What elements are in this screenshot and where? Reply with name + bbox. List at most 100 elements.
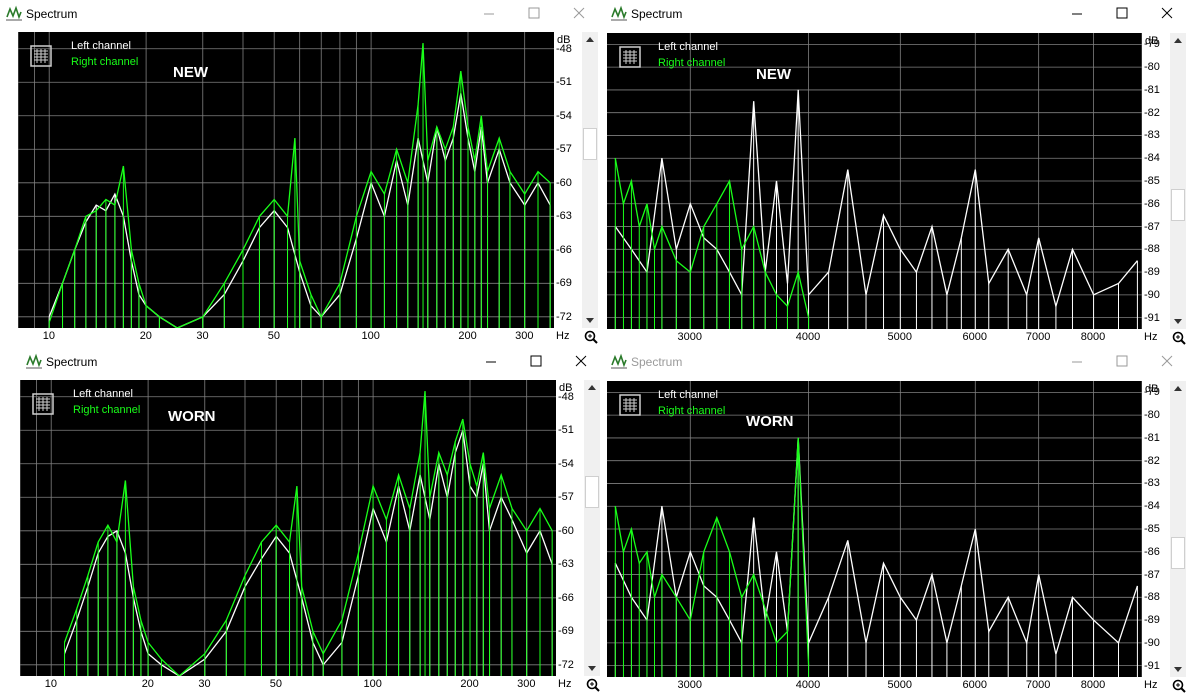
y-tick-label: -85 (1144, 523, 1160, 535)
scroll-down-arrow-icon[interactable] (1170, 313, 1186, 329)
spectrum-mode-icon[interactable] (619, 46, 641, 68)
maximize-icon[interactable] (521, 350, 551, 372)
x-tick-label: 100 (361, 330, 380, 342)
y-axis: dB -79 -80 -81 -82 -83 -84 -85 -86 -87 -88 -89 -90-… (1142, 33, 1168, 329)
zoom-icon[interactable] (1172, 679, 1186, 693)
y-tick-label: -51 (556, 76, 572, 89)
vertical-scrollbar[interactable] (584, 380, 600, 676)
scrollbar-thumb[interactable] (585, 476, 599, 508)
spectrum-plot[interactable]: Left channel Right channel NEW (18, 32, 554, 328)
spectrum-mode-icon[interactable] (32, 393, 54, 415)
scroll-up-arrow-icon[interactable] (582, 32, 598, 48)
scrollbar-thumb[interactable] (1171, 537, 1185, 569)
title-bar[interactable]: Spectrum (0, 348, 602, 376)
x-tick-label: 8000 (1080, 331, 1106, 343)
spectrum-window-new-low[interactable]: Spectrum Left channel Right channel NEW … (0, 0, 602, 347)
close-icon[interactable] (564, 2, 594, 24)
y-tick-label: -82 (1144, 106, 1160, 119)
title-bar[interactable]: Spectrum (605, 348, 1190, 376)
spectrum-plot[interactable]: Left channel Right channel NEW (607, 33, 1142, 329)
y-axis: dB -79 -80 -81 -82 -83 -84 -85 -86 -87 -88 -89 -90-… (1142, 381, 1168, 677)
y-tick-label: -69 (556, 277, 572, 290)
scroll-down-arrow-icon[interactable] (584, 660, 600, 676)
y-tick-label: -83 (1144, 129, 1160, 142)
y-tick-label: -80 (1144, 409, 1160, 422)
vertical-scrollbar[interactable] (1170, 33, 1186, 329)
spectrum-window-new-high[interactable]: Spectrum Left channel Right channel NEW … (605, 0, 1190, 347)
y-tick-label: -86 (1144, 197, 1160, 210)
spectrum-app-icon (611, 353, 627, 369)
x-axis: Hz 3000 4000 5000 6000 7000 8000 (607, 677, 1168, 693)
minimize-icon[interactable] (1062, 350, 1092, 372)
scroll-up-arrow-icon[interactable] (1170, 381, 1186, 397)
x-tick-label: 6000 (962, 331, 987, 343)
scroll-up-arrow-icon[interactable] (1170, 33, 1186, 49)
y-tick-label: -66 (558, 591, 574, 604)
scrollbar-thumb[interactable] (1171, 189, 1185, 221)
x-tick-label: 5000 (887, 679, 912, 691)
close-icon[interactable] (566, 350, 596, 372)
y-tick-label: -80 (1144, 61, 1160, 74)
spectrum-plot[interactable]: Left channel Right channel WORN (607, 381, 1142, 677)
title-bar[interactable]: Spectrum (0, 0, 602, 28)
scrollbar-thumb[interactable] (583, 128, 597, 160)
vertical-scrollbar[interactable] (582, 32, 598, 328)
window-title: Spectrum (46, 355, 98, 369)
spectrum-plot[interactable]: Left channel Right channel WORN (20, 380, 556, 676)
y-tick-label: -54 (558, 457, 574, 470)
y-tick-label: -91 (1144, 311, 1160, 324)
x-axis-unit: Hz (1144, 679, 1158, 691)
y-tick-label: -60 (556, 176, 572, 189)
maximize-icon[interactable] (519, 2, 549, 24)
y-tick-label: -84 (1144, 152, 1160, 165)
spectrum-app-icon (611, 5, 627, 21)
y-tick-label: -88 (1144, 243, 1160, 256)
legend-right-channel: Right channel (71, 56, 139, 68)
y-tick-label: -86 (1144, 545, 1160, 558)
y-tick-label: -83 (1144, 477, 1160, 490)
y-tick-label: -63 (558, 558, 574, 571)
minimize-icon[interactable] (1062, 2, 1092, 24)
y-tick-label: -89 (1144, 614, 1160, 627)
maximize-icon[interactable] (1107, 2, 1137, 24)
x-tick-label: 7000 (1025, 679, 1051, 691)
series-left-channel (614, 89, 1138, 309)
y-tick-label: -51 (558, 424, 574, 437)
y-tick-label: -81 (1144, 431, 1160, 444)
x-axis: Hz 3000 4000 5000 6000 7000 8000 (607, 329, 1168, 345)
y-tick-label: -63 (556, 210, 572, 223)
maximize-icon[interactable] (1107, 350, 1137, 372)
y-tick-label: -89 (1144, 266, 1160, 279)
y-axis: dB -48 -51 -54 -57 -60 -63 -66 -69 -72 (554, 32, 580, 328)
x-tick-label: 50 (267, 330, 281, 342)
minimize-icon[interactable] (474, 2, 504, 24)
scroll-down-arrow-icon[interactable] (582, 312, 598, 328)
vertical-scrollbar[interactable] (1170, 381, 1186, 677)
spectrum-chart (18, 32, 554, 328)
close-icon[interactable] (1152, 350, 1182, 372)
y-tick-label: -85 (1144, 175, 1160, 187)
zoom-icon[interactable] (586, 678, 600, 692)
scroll-up-arrow-icon[interactable] (584, 380, 600, 396)
spectrum-app-icon (26, 353, 42, 369)
zoom-icon[interactable] (1172, 331, 1186, 345)
scroll-down-arrow-icon[interactable] (1170, 661, 1186, 677)
minimize-icon[interactable] (476, 350, 506, 372)
close-icon[interactable] (1152, 2, 1182, 24)
spectrum-window-worn-low[interactable]: Spectrum Left channel Right channel WORN… (0, 348, 602, 694)
condition-tag: NEW (756, 66, 791, 83)
condition-tag: NEW (173, 64, 208, 81)
window-title: Spectrum (631, 355, 683, 369)
y-tick-label: -88 (1144, 591, 1160, 604)
x-tick-label: 4000 (795, 331, 821, 343)
series-left-channel (614, 437, 1139, 655)
spectrum-chart (607, 33, 1142, 329)
y-tick-label: -72 (556, 310, 572, 323)
spectrum-window-worn-high[interactable]: Spectrum Left channel Right channel WORN… (605, 348, 1190, 694)
y-tick-label: -90 (1144, 636, 1160, 649)
spectrum-mode-icon[interactable] (619, 394, 641, 416)
spectrum-mode-icon[interactable] (30, 45, 52, 67)
y-tick-label: -81 (1144, 83, 1160, 96)
zoom-icon[interactable] (584, 330, 598, 344)
title-bar[interactable]: Spectrum (605, 0, 1190, 28)
